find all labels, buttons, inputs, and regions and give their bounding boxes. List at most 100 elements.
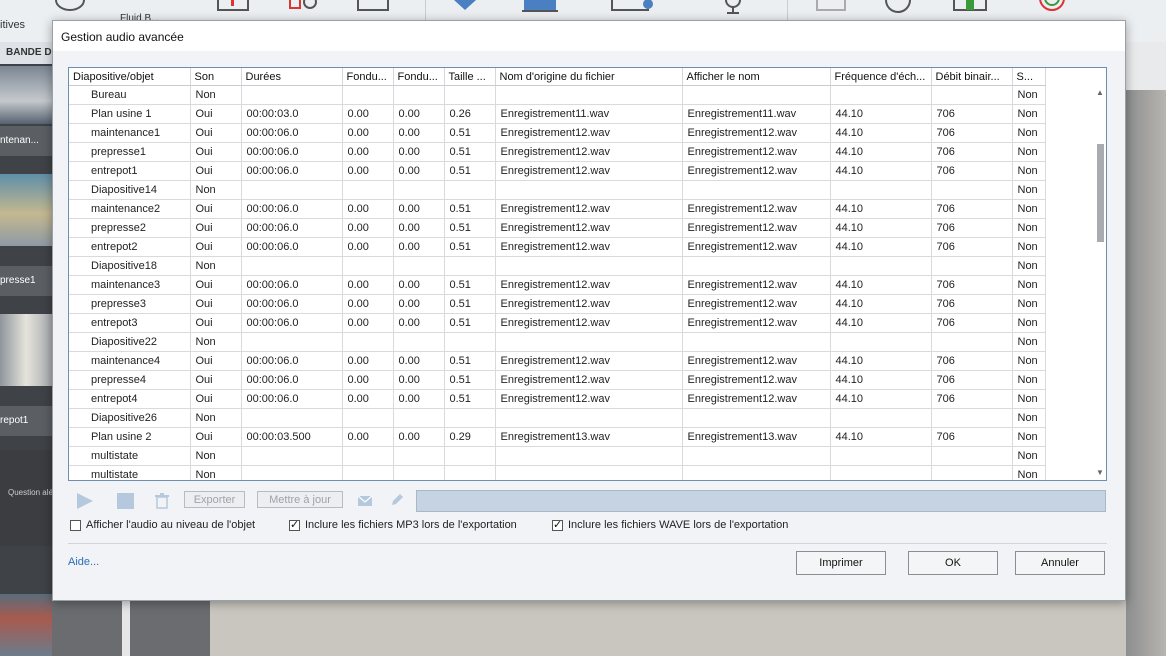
record-toolbar-icon[interactable] — [216, 0, 252, 14]
show-object-audio-checkbox[interactable]: Afficher l'audio au niveau de l'objet — [70, 519, 255, 531]
cell-duration — [241, 180, 343, 200]
cell-display-name: Enregistrement12.wav — [682, 237, 831, 257]
cell-fade-out: 0.00 — [393, 123, 445, 143]
checkbox-box[interactable] — [289, 518, 300, 531]
table-row[interactable]: maintenance2 Oui 00:00:06.0 0.00 0.00 0.51 Enr… — [69, 199, 1046, 219]
table-row[interactable]: prepresse2 Oui 00:00:06.0 0.00 0.00 0.51 Enreg… — [69, 218, 1046, 238]
column-header-sample-rate[interactable]: Fréquence d'éch... — [830, 68, 932, 86]
cell-sample-rate: 44.10 — [830, 123, 932, 143]
help-link[interactable]: Aide... — [68, 556, 99, 568]
slides-toolbar-icon[interactable] — [50, 0, 90, 14]
column-header-fade-in[interactable]: Fondu... — [342, 68, 394, 86]
cell-sample-rate: 44.10 — [830, 427, 932, 447]
include-mp3-checkbox[interactable]: Inclure les fichiers MP3 lors de l'expor… — [289, 518, 517, 531]
cell-size — [444, 446, 496, 466]
table-row[interactable]: entrepot2 Oui 00:00:06.0 0.00 0.00 0.51 Enregi… — [69, 237, 1046, 257]
cell-fade-in: 0.00 — [342, 199, 394, 219]
table-row[interactable]: multistate Non Non — [69, 465, 1046, 480]
table-row[interactable]: maintenance1 Oui 00:00:06.0 0.00 0.00 0.51 Enr… — [69, 123, 1046, 143]
cell-fade-in — [342, 465, 394, 480]
share-toolbar-icon[interactable] — [1034, 0, 1070, 14]
table-row[interactable]: entrepot4 Oui 00:00:06.0 0.00 0.00 0.51 Enregi… — [69, 389, 1046, 409]
email-icon[interactable] — [357, 494, 373, 508]
cell-size: 0.51 — [444, 218, 496, 238]
stop-icon[interactable] — [116, 492, 136, 510]
table-row[interactable]: Diapositive18 Non Non — [69, 256, 1046, 276]
table-row[interactable]: maintenance4 Oui 00:00:06.0 0.00 0.00 0.51 Enr… — [69, 351, 1046, 371]
column-header-original-name[interactable]: Nom d'origine du fichier — [495, 68, 683, 86]
cell-size: 0.51 — [444, 313, 496, 333]
cell-size: 0.51 — [444, 275, 496, 295]
table-row[interactable]: multistate Non Non — [69, 446, 1046, 466]
table-row[interactable]: Diapositive26 Non Non — [69, 408, 1046, 428]
slide-thumbnail[interactable] — [0, 66, 52, 124]
shapes-toolbar-icon[interactable] — [286, 0, 326, 14]
cell-bitrate: 706 — [931, 275, 1013, 295]
vertical-scrollbar[interactable]: ▲ ▼ — [1095, 86, 1106, 480]
audio-toolbar-icon[interactable] — [718, 0, 748, 14]
filmstrip-tab[interactable]: BANDE D — [0, 42, 52, 64]
include-wave-checkbox[interactable]: Inclure les fichiers WAVE lors de l'expo… — [552, 518, 789, 531]
cell-slide: Diapositive18 — [69, 256, 191, 276]
table-row[interactable]: prepresse1 Oui 00:00:06.0 0.00 0.00 0.51 Enreg… — [69, 142, 1046, 162]
table-row[interactable]: Diapositive14 Non Non — [69, 180, 1046, 200]
slide-thumbnail[interactable] — [0, 174, 52, 246]
dialog-titlebar: Gestion audio avancée — [53, 21, 1125, 51]
interaction-toolbar-icon[interactable] — [450, 0, 480, 14]
column-header-subtitles[interactable]: S... — [1012, 68, 1046, 86]
quiz-toolbar-icon[interactable] — [520, 0, 560, 14]
assets-toolbar-icon[interactable] — [610, 0, 656, 14]
checkbox-box[interactable] — [70, 519, 81, 531]
scroll-down-arrow-icon[interactable]: ▼ — [1096, 468, 1104, 477]
table-row[interactable]: entrepot1 Oui 00:00:06.0 0.00 0.00 0.51 Enregi… — [69, 161, 1046, 181]
slide-thumbnail[interactable]: Question aléato — [0, 450, 64, 546]
checkbox-label: Inclure les fichiers WAVE lors de l'expo… — [568, 519, 789, 531]
table-row[interactable]: Plan usine 2 Oui 00:00:03.500 0.00 0.00 0.29 E… — [69, 427, 1046, 447]
checkbox-box[interactable] — [552, 518, 563, 531]
table-row[interactable]: Plan usine 1 Oui 00:00:03.0 0.00 0.00 0.26 Enr… — [69, 104, 1046, 124]
export-button[interactable]: Exporter — [184, 491, 245, 508]
play-icon[interactable] — [74, 491, 96, 511]
column-header-sound[interactable]: Son — [190, 68, 242, 86]
table-row[interactable]: maintenance3 Oui 00:00:06.0 0.00 0.00 0.51 Enr… — [69, 275, 1046, 295]
slide-thumbnail[interactable] — [0, 314, 52, 386]
print-button[interactable]: Imprimer — [796, 551, 886, 575]
cell-duration — [241, 256, 343, 276]
ok-button[interactable]: OK — [908, 551, 998, 575]
edit-pencil-icon[interactable] — [389, 492, 405, 508]
cell-sound: Non — [190, 332, 242, 352]
media-toolbar-icon[interactable] — [356, 0, 392, 14]
cell-fade-in — [342, 85, 394, 105]
column-header-display-name[interactable]: Afficher le nom — [682, 68, 831, 86]
cancel-button[interactable]: Annuler — [1015, 551, 1105, 575]
audio-grid[interactable]: Diapositive/objet Son Durées Fondu... Fo… — [68, 67, 1107, 481]
scroll-up-arrow-icon[interactable]: ▲ — [1096, 88, 1104, 97]
table-row[interactable]: prepresse3 Oui 00:00:06.0 0.00 0.00 0.51 Enreg… — [69, 294, 1046, 314]
column-header-duration[interactable]: Durées — [241, 68, 343, 86]
cell-sound: Non — [190, 85, 242, 105]
slide-thumbnail-label: ntenan... — [0, 126, 52, 156]
preview-toolbar-icon[interactable] — [882, 0, 916, 14]
table-row[interactable]: Bureau Non Non — [69, 85, 1046, 105]
slide-thumbnail[interactable] — [0, 594, 52, 656]
update-button[interactable]: Mettre à jour — [257, 491, 343, 508]
cell-slide: multistate — [69, 446, 191, 466]
column-header-bitrate[interactable]: Débit binair... — [931, 68, 1013, 86]
cell-display-name: Enregistrement12.wav — [682, 351, 831, 371]
cell-subtitles: Non — [1012, 104, 1046, 124]
column-header-size[interactable]: Taille ... — [444, 68, 496, 86]
save-toolbar-icon[interactable] — [815, 0, 849, 14]
column-header-slide[interactable]: Diapositive/objet — [69, 68, 191, 86]
table-row[interactable]: prepresse4 Oui 00:00:06.0 0.00 0.00 0.51 Enreg… — [69, 370, 1046, 390]
cell-slide: Plan usine 2 — [69, 427, 191, 447]
delete-icon[interactable] — [154, 492, 170, 510]
stage-background — [1126, 42, 1166, 656]
scrollbar-thumb[interactable] — [1097, 144, 1104, 242]
cell-sound: Oui — [190, 389, 242, 409]
table-row[interactable]: Diapositive22 Non Non — [69, 332, 1046, 352]
column-header-fade-out[interactable]: Fondu... — [393, 68, 445, 86]
cell-display-name: Enregistrement12.wav — [682, 313, 831, 333]
table-row[interactable]: entrepot3 Oui 00:00:06.0 0.00 0.00 0.51 Enregi… — [69, 313, 1046, 333]
publish-toolbar-icon[interactable] — [950, 0, 990, 14]
cell-original-name: Enregistrement12.wav — [495, 142, 683, 162]
